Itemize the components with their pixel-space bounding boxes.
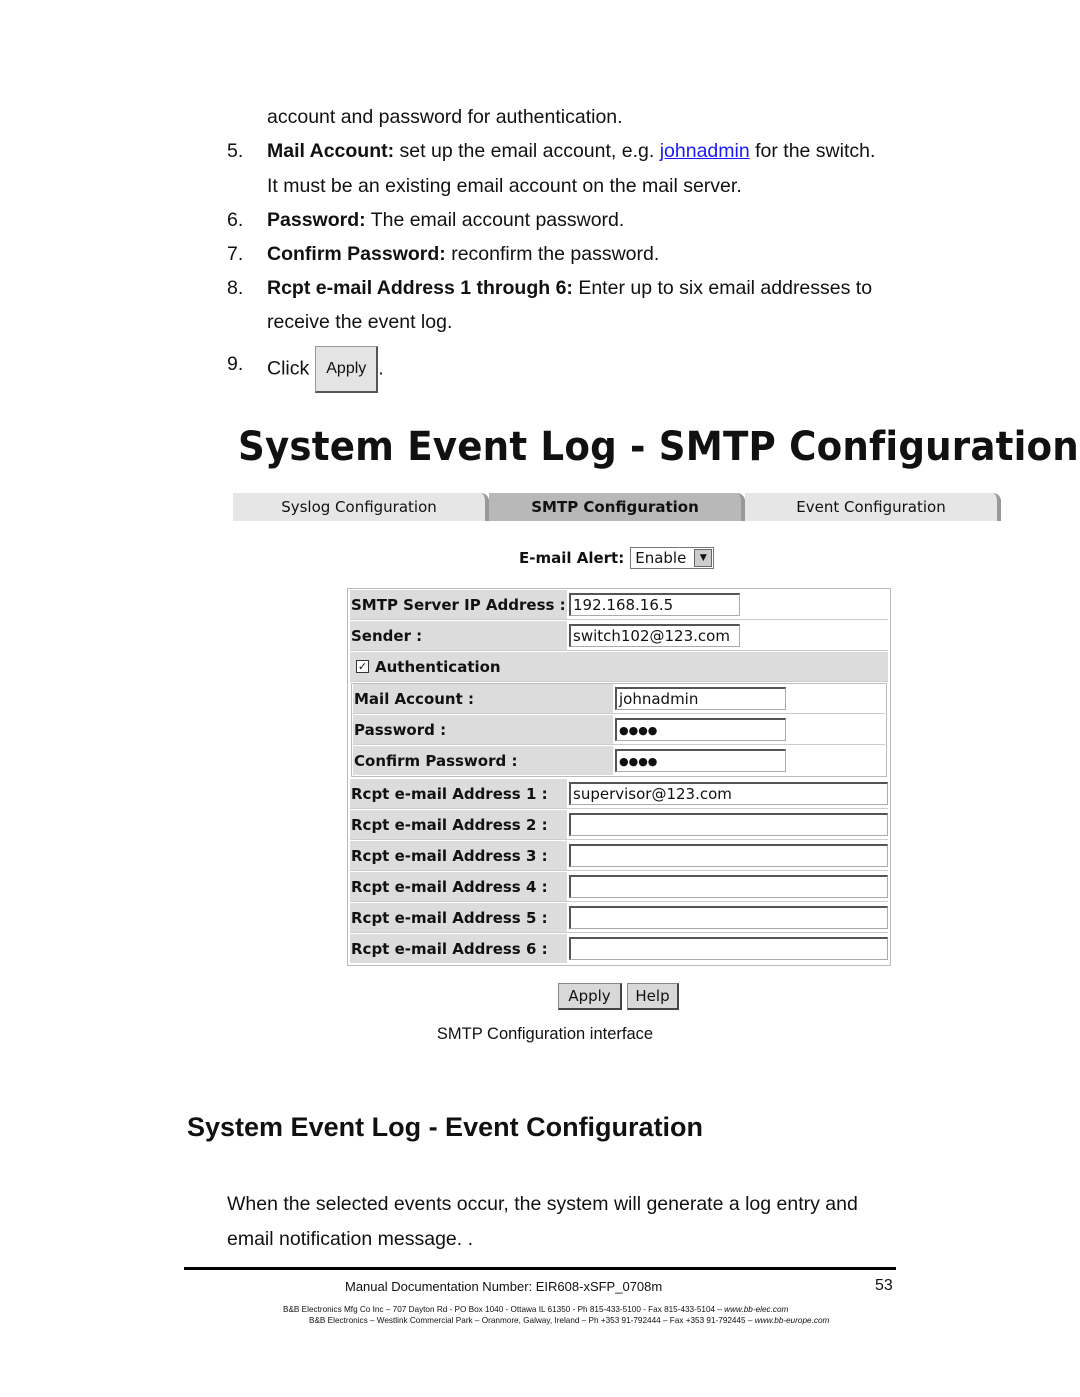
sender-input[interactable]: switch102@123.com [569,624,740,647]
term: Password: [267,209,366,231]
auth-subtable: Mail Account : johnadmin Password : ●●●● C… [351,683,887,777]
rcpt-label: Rcpt e-mail Address 2 : [350,810,567,839]
sender-label: Sender : [350,621,567,650]
term: Rcpt e-mail Address 1 through 6: [267,277,573,299]
footer-address-us: B&B Electronics Mfg Co Inc – 707 Dayton … [283,1305,788,1314]
tab-smtp-configuration[interactable]: SMTP Configuration [489,493,745,521]
term: Mail Account: [267,140,395,162]
manual-page: account and password for authentication.… [0,0,1080,1397]
rcpt-input-4[interactable] [569,875,888,898]
rcpt-row: Rcpt e-mail Address 5 : [350,903,888,933]
text: . [378,357,384,380]
text: Click [267,357,310,380]
sender-row: Sender : switch102@123.com [350,621,888,651]
password-row: Password : ●●●● [353,715,885,745]
address: B&B Electronics – Westlink Commercial Pa… [309,1316,755,1325]
term: Confirm Password: [267,243,446,265]
confirm-password-row: Confirm Password : ●●●● [353,746,885,775]
confirm-password-label: Confirm Password : [353,746,613,775]
tab-event-configuration[interactable]: Event Configuration [745,493,1001,521]
section-paragraph: When the selected events occur, the syst… [227,1193,858,1215]
email-alert-value: Enable [635,549,687,567]
address: B&B Electronics Mfg Co Inc – 707 Dayton … [283,1305,725,1314]
email-alert: E-mail Alert: Enable ▼ [519,547,715,569]
password-label: Password : [353,715,613,744]
rcpt-row: Rcpt e-mail Address 4 : [350,872,888,902]
text: The email account password. [365,209,625,231]
tab-syslog-configuration[interactable]: Syslog Configuration [233,493,489,521]
email-alert-label: E-mail Alert: [519,549,625,567]
rcpt-row: Rcpt e-mail Address 1 : supervisor@123.co… [350,779,888,809]
mail-account-label: Mail Account : [353,684,613,713]
item-number: 8. [227,277,244,299]
text: Enter up to six email addresses to [572,277,873,299]
rcpt-label: Rcpt e-mail Address 6 : [350,934,567,963]
rcpt-row: Rcpt e-mail Address 6 : [350,934,888,963]
authentication-label: Authentication [375,657,501,676]
figure-caption: SMTP Configuration interface [436,1025,654,1043]
text: for the switch. [749,140,876,162]
confirm-password-input[interactable]: ●●●● [615,749,786,772]
johnadmin-link[interactable]: johnadmin [660,140,750,162]
item-rcpt: Rcpt e-mail Address 1 through 6: Enter u… [267,276,872,300]
item-password: Password: The email account password. [267,208,624,232]
item-number: 7. [227,243,244,265]
footer-address-eu: B&B Electronics – Westlink Commercial Pa… [309,1316,829,1325]
apply-button-illustration: Apply [315,346,379,393]
help-button[interactable]: Help [627,983,679,1010]
intro-line: account and password for authentication. [267,106,623,128]
rcpt-label: Rcpt e-mail Address 5 : [350,903,567,932]
password-input[interactable]: ●●●● [615,718,786,741]
text: set up the email account, e.g. [394,140,660,162]
mail-account-input[interactable]: johnadmin [615,687,786,710]
text: reconfirm the password. [445,243,660,265]
website: www.bb-europe.com [754,1316,830,1325]
item-continuation: receive the event log. [267,311,453,333]
section-heading: System Event Log - Event Configuration [187,1112,704,1142]
footer-divider [184,1267,896,1270]
rcpt-input-5[interactable] [569,906,888,929]
item-number: 6. [227,209,244,231]
item-continuation: It must be an existing email account on … [267,175,742,197]
item-mail-account: Mail Account: set up the email account, … [267,139,875,163]
smtp-server-input[interactable]: 192.168.16.5 [569,593,740,616]
rcpt-input-6[interactable] [569,937,888,960]
item-confirm-password: Confirm Password: reconfirm the password… [267,242,659,266]
rcpt-row: Rcpt e-mail Address 2 : [350,810,888,840]
chevron-down-icon[interactable]: ▼ [694,549,713,567]
apply-button[interactable]: Apply [558,983,622,1010]
smtp-form-table: SMTP Server IP Address :192.168.16.5 Sen… [347,588,891,966]
website: www.bb-elec.com [724,1305,789,1314]
item-click-apply: Click Apply. [267,346,384,393]
mail-account-row: Mail Account : johnadmin [353,684,885,714]
rcpt-input-2[interactable] [569,813,888,836]
footer-doc-number: Manual Documentation Number: EIR608-xSFP… [345,1279,663,1294]
smtp-server-row: SMTP Server IP Address :192.168.16.5 [350,590,888,620]
rcpt-row: Rcpt e-mail Address 3 : [350,841,888,871]
tab-bar: Syslog Configuration SMTP Configuration … [233,493,1001,521]
email-alert-select[interactable]: Enable ▼ [630,547,715,569]
authentication-checkbox[interactable]: ✓ [356,660,369,673]
rcpt-input-1[interactable]: supervisor@123.com [569,782,888,805]
rcpt-label: Rcpt e-mail Address 4 : [350,872,567,901]
item-number: 9. [227,353,244,375]
smtp-server-label: SMTP Server IP Address : [350,590,567,619]
rcpt-label: Rcpt e-mail Address 3 : [350,841,567,870]
rcpt-label: Rcpt e-mail Address 1 : [350,779,567,808]
rcpt-input-3[interactable] [569,844,888,867]
screenshot-title: System Event Log - SMTP Configuration [238,424,1079,470]
authentication-row: ✓ Authentication [350,652,888,682]
section-paragraph: email notification message. . [227,1228,474,1250]
item-number: 5. [227,140,244,162]
page-number: 53 [875,1277,893,1294]
